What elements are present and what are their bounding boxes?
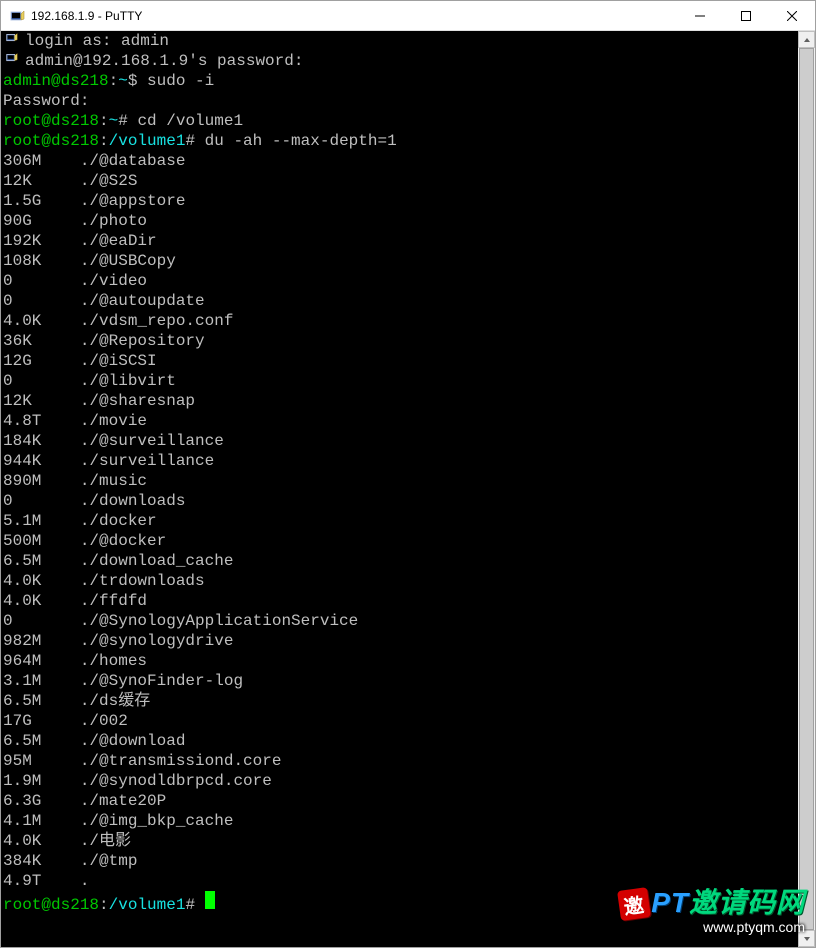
maximize-button[interactable] <box>723 1 769 30</box>
du-output-row: 108K ./@USBCopy <box>3 251 796 271</box>
window-controls <box>677 1 815 30</box>
du-output-row: 4.9T . <box>3 871 796 891</box>
prompt-user: root@ds218 <box>3 895 99 915</box>
command: du -ah --max-depth=1 <box>205 131 397 151</box>
login-user: admin <box>121 31 169 51</box>
du-output-row: 6.5M ./download_cache <box>3 551 796 571</box>
scroll-up-button[interactable] <box>798 31 815 48</box>
scroll-thumb[interactable] <box>799 48 814 930</box>
du-output-row: 0 ./@autoupdate <box>3 291 796 311</box>
prompt-line: root@ds218:~# cd /volume1 <box>3 111 796 131</box>
du-output-row: 3.1M ./@SynoFinder-log <box>3 671 796 691</box>
prompt-user: root@ds218 <box>3 131 99 151</box>
du-output-row: 0 ./downloads <box>3 491 796 511</box>
du-output-row: 12K ./@sharesnap <box>3 391 796 411</box>
du-output-row: 0 ./video <box>3 271 796 291</box>
du-output-row: 1.9M ./@synodldbrpcd.core <box>3 771 796 791</box>
prompt-path: ~ <box>118 71 128 91</box>
du-output-row: 6.5M ./ds缓存 <box>3 691 796 711</box>
prompt-path: /volume1 <box>109 131 186 151</box>
scroll-down-button[interactable] <box>798 930 815 947</box>
du-output-row: 890M ./music <box>3 471 796 491</box>
du-output-row: 4.0K ./vdsm_repo.conf <box>3 311 796 331</box>
terminal[interactable]: login as: adminadmin@192.168.1.9's passw… <box>1 31 798 947</box>
du-output-row: 36K ./@Repository <box>3 331 796 351</box>
du-output-row: 6.3G ./mate20P <box>3 791 796 811</box>
du-output-row: 982M ./@synologydrive <box>3 631 796 651</box>
minimize-button[interactable] <box>677 1 723 30</box>
du-output-row: 12K ./@S2S <box>3 171 796 191</box>
putty-app-icon <box>9 8 25 24</box>
du-output-row: 0 ./@SynologyApplicationService <box>3 611 796 631</box>
terminal-area: login as: adminadmin@192.168.1.9's passw… <box>1 31 815 947</box>
du-output-row: 4.1M ./@img_bkp_cache <box>3 811 796 831</box>
du-output-row: 90G ./photo <box>3 211 796 231</box>
du-output-row: 95M ./@transmissiond.core <box>3 751 796 771</box>
du-output-row: 4.0K ./trdownloads <box>3 571 796 591</box>
scroll-track[interactable] <box>798 48 815 930</box>
du-output-row: 12G ./@iSCSI <box>3 351 796 371</box>
window-title: 192.168.1.9 - PuTTY <box>31 9 677 23</box>
du-output-row: 384K ./@tmp <box>3 851 796 871</box>
du-output-row: 944K ./surveillance <box>3 451 796 471</box>
du-output-row: 6.5M ./@download <box>3 731 796 751</box>
du-output-row: 17G ./002 <box>3 711 796 731</box>
prompt-line: admin@ds218:~$ sudo -i <box>3 71 796 91</box>
du-output-row: 500M ./@docker <box>3 531 796 551</box>
command: cd /volume1 <box>137 111 243 131</box>
password-label: Password: <box>3 91 796 111</box>
du-output-row: 184K ./@surveillance <box>3 431 796 451</box>
titlebar: 192.168.1.9 - PuTTY <box>1 1 815 31</box>
prompt-line: root@ds218:/volume1# <box>3 891 796 915</box>
cursor <box>205 891 215 909</box>
password-prompt-line: admin@192.168.1.9's password: <box>25 51 303 71</box>
prompt-path: ~ <box>109 111 119 131</box>
du-output-row: 5.1M ./docker <box>3 511 796 531</box>
terminal-row-icon <box>3 31 25 45</box>
du-output-row: 964M ./homes <box>3 651 796 671</box>
prompt-user: root@ds218 <box>3 111 99 131</box>
prompt-line: root@ds218:/volume1# du -ah --max-depth=… <box>3 131 796 151</box>
close-button[interactable] <box>769 1 815 30</box>
scrollbar[interactable] <box>798 31 815 947</box>
du-output-row: 1.5G ./@appstore <box>3 191 796 211</box>
command: sudo -i <box>147 71 214 91</box>
du-output-row: 192K ./@eaDir <box>3 231 796 251</box>
du-output-row: 0 ./@libvirt <box>3 371 796 391</box>
login-prompt: login as: <box>25 31 121 51</box>
prompt-user: admin@ds218 <box>3 71 109 91</box>
terminal-row-icon <box>3 51 25 65</box>
du-output-row: 4.0K ./电影 <box>3 831 796 851</box>
du-output-row: 4.8T ./movie <box>3 411 796 431</box>
putty-window: 192.168.1.9 - PuTTY login as: adminadmin… <box>0 0 816 948</box>
du-output-row: 306M ./@database <box>3 151 796 171</box>
du-output-row: 4.0K ./ffdfd <box>3 591 796 611</box>
prompt-path: /volume1 <box>109 895 186 915</box>
